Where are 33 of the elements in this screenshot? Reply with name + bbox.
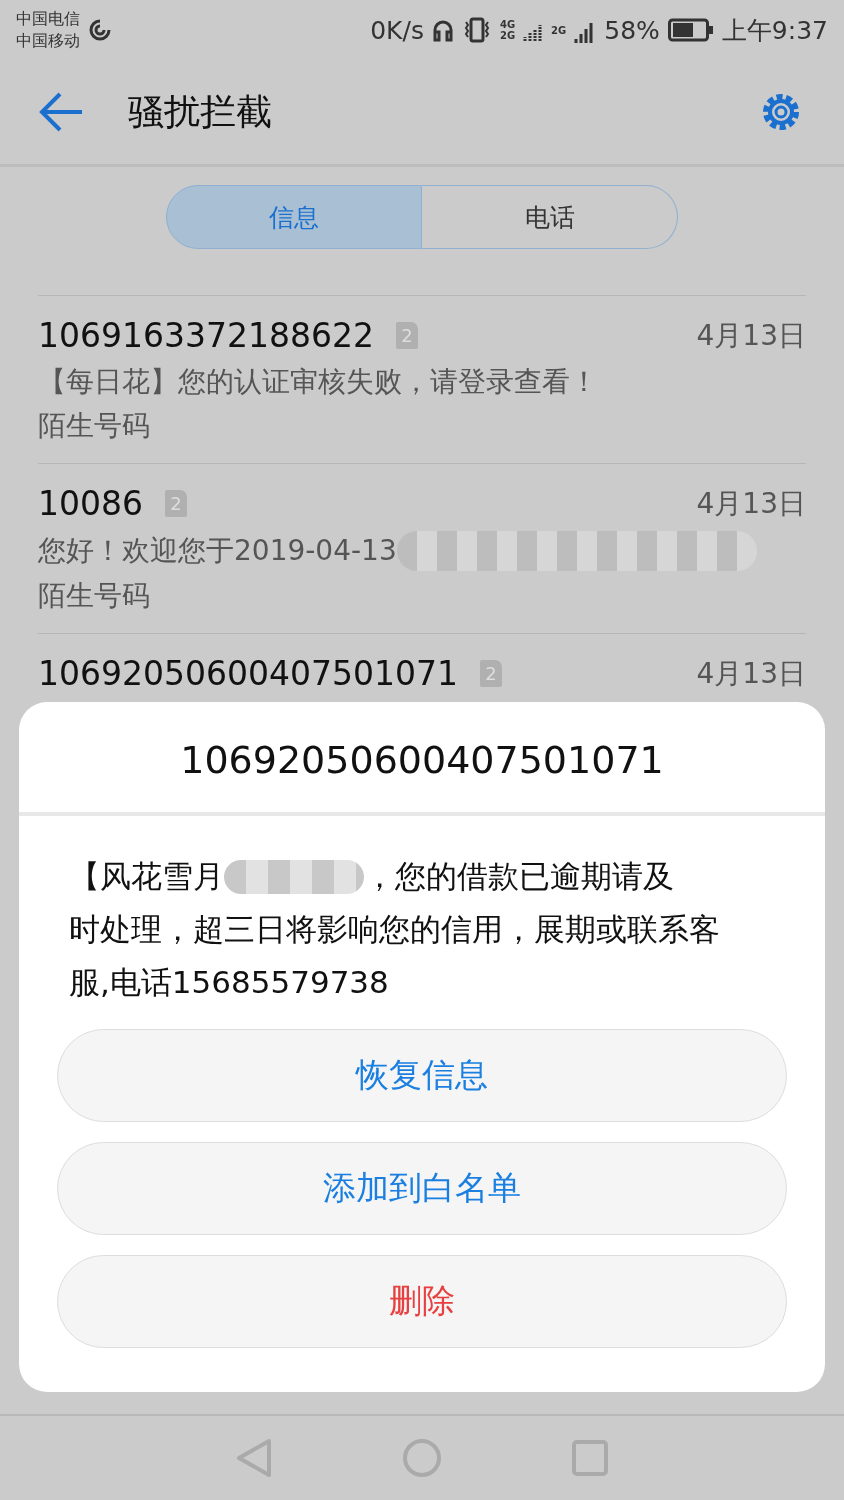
page-title: 骚扰拦截 — [128, 89, 272, 134]
message-text: 【风花雪月 — [69, 857, 224, 896]
back-arrow-icon[interactable] — [38, 91, 84, 133]
message-preview: 您好！欢迎您于2019-04-13 — [38, 533, 397, 569]
sender-number[interactable]: 10692050600407501071 — [38, 654, 458, 693]
dialog-button[interactable]: 添加到白名单 — [57, 1142, 787, 1235]
message-preview: 【每日花】您的认证审核失败，请登录查看！ — [38, 364, 598, 400]
message-date: 4月13日 — [696, 317, 806, 354]
back-icon[interactable] — [236, 1438, 272, 1478]
message-date: 4月13日 — [696, 485, 806, 522]
dialog-button[interactable]: 删除 — [57, 1255, 787, 1348]
home-icon[interactable] — [402, 1438, 442, 1478]
dialog-title: 10692050600407501071 — [19, 702, 825, 816]
network-type: 2G — [499, 30, 516, 41]
carrier-name: 中国移动 — [16, 30, 80, 52]
carrier-name: 中国电信 — [16, 8, 80, 30]
battery-icon — [667, 18, 714, 42]
headphones-icon — [431, 18, 454, 42]
swirl-icon — [88, 18, 112, 42]
sender-label: 陌生号码 — [38, 578, 151, 614]
network-type: 4G — [499, 19, 516, 30]
battery-percent: 58% — [604, 15, 660, 45]
sender-number[interactable]: 1069163372188622 — [38, 316, 374, 355]
sender-number[interactable]: 10086 — [38, 484, 143, 523]
sender-label: 陌生号码 — [38, 408, 151, 444]
network-speed: 0K/s — [370, 15, 424, 45]
clock: 上午9:37 — [721, 14, 828, 47]
message-text: 时处理，超三日将影响您的信用，展期或联系客服,电话15685579738 — [69, 910, 721, 1002]
message-text: ，您的借款已逾期请及 — [364, 857, 674, 896]
recents-icon[interactable] — [572, 1440, 608, 1476]
message-date: 4月13日 — [696, 655, 806, 692]
dialog-button[interactable]: 恢复信息 — [57, 1029, 787, 1122]
network-type: 2G — [551, 24, 567, 36]
